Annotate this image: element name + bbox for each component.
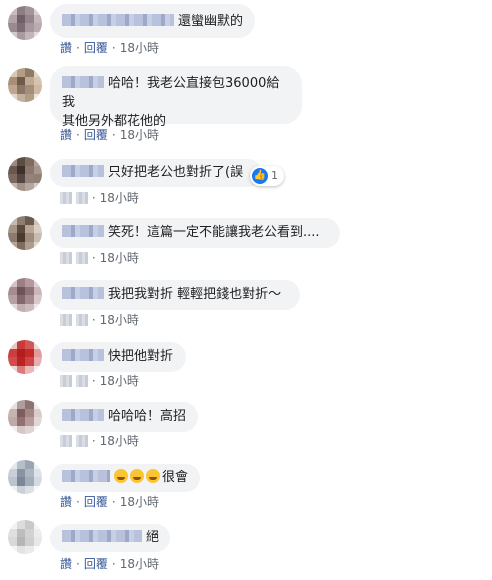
like-link[interactable]: 讚 (60, 495, 72, 509)
commenter-name[interactable] (62, 530, 142, 542)
comment-actions: · 18小時 (60, 312, 139, 328)
comment-bubble: 快把他對折 (50, 342, 186, 372)
timestamp[interactable]: 18小時 (120, 495, 159, 509)
commenter-name[interactable] (62, 76, 104, 88)
commenter-name[interactable] (62, 165, 104, 177)
comment-text: 只好把老公也對折了(誤 (108, 165, 244, 180)
reply-link[interactable]: 回覆 (84, 557, 108, 571)
thumbs-up-icon: 👍 (252, 168, 268, 184)
rofl-emoji-icon (114, 469, 128, 483)
comment-text: 哈哈哈！高招 (108, 409, 187, 424)
comment-text: 絕 (146, 530, 160, 545)
avatar[interactable] (8, 216, 42, 250)
reaction-count: 1 (271, 169, 278, 182)
comment-bubble: 哈哈哈！高招 (50, 402, 198, 432)
avatar[interactable] (8, 340, 42, 374)
rofl-emoji-icon (146, 469, 160, 483)
comment-text: 還蠻幽默的 (178, 14, 244, 29)
commenter-name[interactable] (62, 470, 110, 482)
comment-bubble: 絕 (50, 524, 170, 552)
comment-actions: · 18小時 (60, 433, 139, 449)
avatar[interactable] (8, 157, 42, 191)
comment-text: 快把他對折 (108, 349, 174, 364)
commenter-name[interactable] (62, 14, 174, 26)
comment-text: 笑死！這篇一定不能讓我老公看到.... (108, 225, 320, 240)
comment-bubble: 我把我對折 輕輕把錢也對折～ (50, 280, 300, 310)
timestamp[interactable]: 18小時 (100, 191, 139, 205)
comment-bubble: 哈哈！我老公直接包36000給我 其他另外都花他的 (50, 66, 302, 129)
comment-bubble: 只好把老公也對折了(誤 (50, 159, 262, 187)
comment-actions: · 18小時 (60, 373, 139, 389)
comment-bubble: 笑死！這篇一定不能讓我老公看到.... (50, 218, 340, 248)
rofl-emoji-icon (130, 469, 144, 483)
commenter-name[interactable] (62, 225, 104, 237)
comment-actions: · 18小時 (60, 250, 139, 266)
avatar[interactable] (8, 68, 42, 102)
comment-actions: 讚 · 回覆 · 18小時 (60, 495, 159, 509)
comment-actions: · 18小時 (60, 190, 139, 206)
comment-actions: 讚 · 回覆 · 18小時 (60, 128, 159, 142)
timestamp[interactable]: 18小時 (100, 251, 139, 265)
timestamp[interactable]: 18小時 (120, 557, 159, 571)
reply-link[interactable]: 回覆 (84, 495, 108, 509)
comment-bubble: 很會 (50, 464, 200, 492)
avatar[interactable] (8, 460, 42, 494)
timestamp[interactable]: 18小時 (120, 128, 159, 142)
comment-actions: 讚 · 回覆 · 18小時 (60, 41, 159, 55)
like-link[interactable]: 讚 (60, 41, 72, 55)
commenter-name[interactable] (62, 409, 104, 421)
reply-link[interactable]: 回覆 (84, 128, 108, 142)
avatar[interactable] (8, 6, 42, 40)
comment-text: 很會 (162, 470, 189, 485)
timestamp[interactable]: 18小時 (100, 374, 139, 388)
avatar[interactable] (8, 278, 42, 312)
reaction-summary[interactable]: 👍 1 (250, 166, 284, 186)
timestamp[interactable]: 18小時 (120, 41, 159, 55)
avatar[interactable] (8, 400, 42, 434)
comment-text: 我把我對折 輕輕把錢也對折～ (108, 287, 282, 302)
commenter-name[interactable] (62, 349, 104, 361)
like-link[interactable]: 讚 (60, 128, 72, 142)
commenter-name[interactable] (62, 287, 104, 299)
comment-actions: 讚 · 回覆 · 18小時 (60, 557, 159, 571)
timestamp[interactable]: 18小時 (100, 313, 139, 327)
comment-bubble: 還蠻幽默的 (50, 4, 256, 38)
timestamp[interactable]: 18小時 (100, 434, 139, 448)
avatar[interactable] (8, 520, 42, 554)
reply-link[interactable]: 回覆 (84, 41, 108, 55)
like-link[interactable]: 讚 (60, 557, 72, 571)
